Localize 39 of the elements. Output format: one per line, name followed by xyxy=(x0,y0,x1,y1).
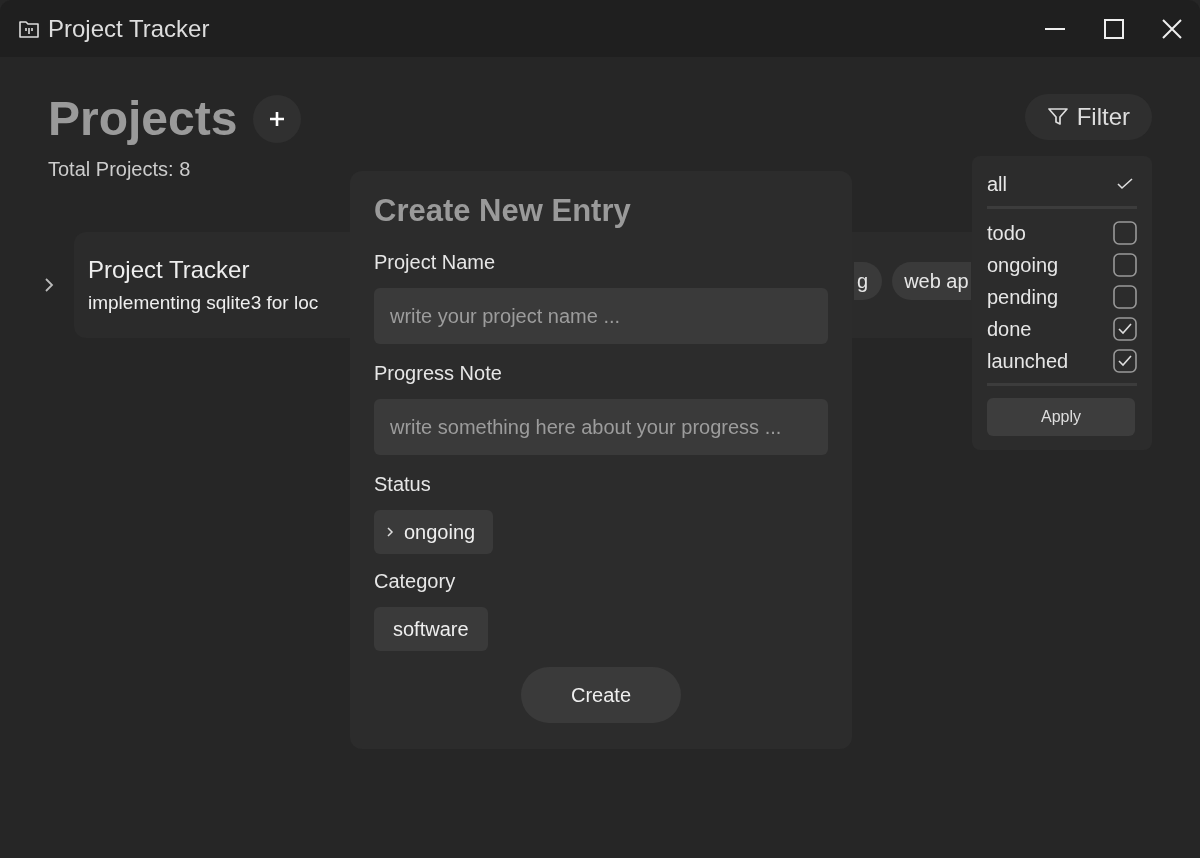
checkbox[interactable] xyxy=(1113,349,1137,373)
filter-option: launched xyxy=(987,349,1069,373)
checkmark-icon[interactable] xyxy=(1117,178,1133,190)
project-note: implementing sqlite3 for loc xyxy=(88,292,320,314)
page-title: Projects xyxy=(48,94,238,144)
field-label: Progress Note xyxy=(374,362,503,385)
filter-option: todo xyxy=(987,221,1026,245)
filter-option: all xyxy=(987,172,1007,196)
plus-icon xyxy=(268,110,287,128)
input-field[interactable]: write something here about your progress ... xyxy=(374,399,828,455)
checkbox[interactable] xyxy=(1113,285,1137,309)
project-count: Total Projects: 8 xyxy=(48,158,192,181)
field-label: Status xyxy=(374,473,432,496)
field-label: Category xyxy=(374,570,457,593)
minimize-icon[interactable] xyxy=(1044,26,1066,31)
tag: web ap xyxy=(892,262,971,300)
status-dropdown[interactable]: ongoing xyxy=(374,510,494,554)
filter-option: ongoing xyxy=(987,253,1059,277)
project-title: Project Tracker xyxy=(88,256,251,284)
field-label: Project Name xyxy=(374,251,497,274)
filter-button[interactable]: Filter xyxy=(1024,94,1152,140)
create-button[interactable]: Create xyxy=(521,667,681,723)
folder-icon xyxy=(18,18,40,39)
add-button[interactable] xyxy=(253,95,302,143)
checkbox[interactable] xyxy=(1113,253,1137,277)
chevron-right-icon[interactable] xyxy=(44,277,54,293)
input-field[interactable]: write your project name ... xyxy=(374,288,828,344)
checkbox[interactable] xyxy=(1113,221,1137,245)
category-dropdown[interactable]: software xyxy=(374,607,488,651)
tag: g xyxy=(854,262,883,300)
apply-button[interactable]: Apply xyxy=(987,398,1135,436)
filter-option: pending xyxy=(987,285,1059,309)
checkbox[interactable] xyxy=(1113,317,1137,341)
filter-option: done xyxy=(987,317,1032,341)
maximize-icon[interactable] xyxy=(1104,18,1124,39)
close-icon[interactable] xyxy=(1162,18,1182,39)
filter-icon xyxy=(1046,106,1069,128)
window-title: Project Tracker xyxy=(48,14,210,43)
dialog-title: Create New Entry xyxy=(374,193,632,229)
